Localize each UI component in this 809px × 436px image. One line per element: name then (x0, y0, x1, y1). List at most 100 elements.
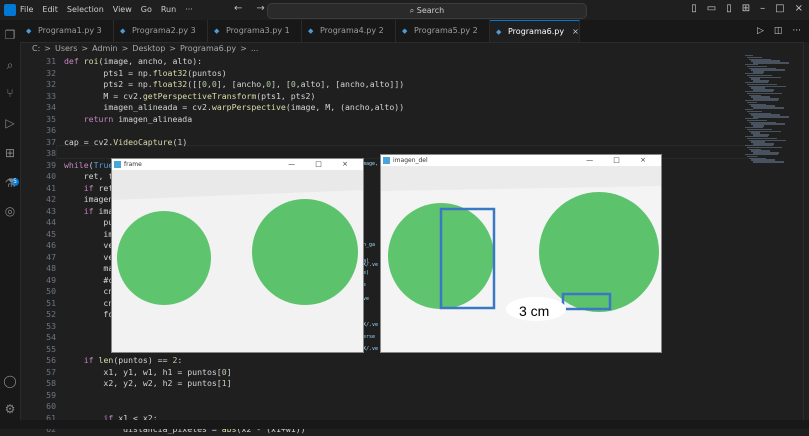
remote-icon[interactable]: ◎ (3, 204, 17, 218)
search-label: Search (416, 6, 445, 15)
code-text: cn (64, 286, 114, 296)
window-app-icon (114, 161, 121, 168)
window-app-icon (383, 157, 390, 164)
breadcrumb: C: > Users > Admin > Desktop > Programa6… (32, 44, 258, 53)
crumb-symbol[interactable]: ... (251, 44, 259, 53)
minimap-line (753, 116, 789, 118)
code-text: im (64, 228, 114, 239)
editor-scrollbar[interactable] (803, 42, 809, 429)
tab-programa2[interactable]: ◆ Programa2.py 3 (114, 20, 208, 42)
menu-view[interactable]: View (113, 5, 132, 14)
code-fragment: X/.ve (363, 262, 379, 268)
crumb[interactable]: Users (55, 44, 77, 53)
green-circle-right (252, 199, 358, 305)
code-text: ma (64, 263, 114, 273)
opencv-window-frame[interactable]: frame — □ × (111, 158, 364, 353)
tab-programa6[interactable]: ◆ Programa6.py × (490, 20, 580, 42)
code-text: fo (64, 309, 114, 319)
line-number: 47 (46, 251, 56, 262)
python-file-icon: ◆ (120, 27, 126, 35)
minimize-icon[interactable]: – (760, 3, 765, 14)
tab-programa4[interactable]: ◆ Programa4.py 2 (302, 20, 396, 42)
close-icon[interactable]: × (795, 3, 803, 14)
line-number: 39 (46, 159, 56, 170)
menu-bar: File Edit Selection View Go Run ··· (20, 5, 193, 14)
more-actions-icon[interactable]: ··· (792, 26, 801, 36)
python-file-icon: ◆ (214, 27, 220, 35)
account-icon[interactable]: ◯ (3, 374, 17, 388)
split-editor-icon[interactable]: ◫ (774, 26, 783, 36)
menu-selection[interactable]: Selection (67, 5, 104, 14)
settings-gear-icon[interactable]: ⚙ (3, 402, 17, 416)
window-controls[interactable]: — □ × (586, 155, 655, 166)
code-text: ret, f (64, 171, 114, 181)
tab-programa1[interactable]: ◆ Programa1.py 3 (20, 20, 114, 42)
line-number: 46 (46, 240, 56, 250)
window-controls[interactable]: — □ × (288, 159, 357, 170)
run-python-icon[interactable]: ▷ (757, 26, 764, 36)
line-number: 35 (46, 113, 56, 124)
search-activity-icon[interactable]: ⌕ (3, 58, 17, 72)
search-box[interactable]: ⌕ Search (267, 3, 587, 19)
line-number: 59 (46, 389, 56, 400)
code-fragment: erse (363, 334, 376, 340)
minimap-line (753, 161, 784, 163)
tab-label: Programa2.py 3 (132, 26, 196, 35)
crumb-file[interactable]: Programa6.py (180, 44, 236, 53)
code-fragment: X/.ve (363, 322, 379, 328)
menu-edit[interactable]: Edit (42, 5, 58, 14)
code-text: pu (64, 217, 114, 227)
line-number: 45 (46, 228, 56, 239)
layout-secondary-icon[interactable]: ▯ (726, 3, 732, 14)
python-file-icon: ◆ (26, 27, 32, 35)
code-text: pts2 = np.float32([[0,0], [ancho,0], [0,… (64, 79, 405, 89)
line-number: 50 (46, 286, 56, 296)
tab-label: Programa5.py 2 (414, 26, 478, 35)
line-number: 49 (46, 274, 56, 285)
code-text: ve (64, 240, 114, 250)
source-control-icon[interactable]: ⑂ (3, 86, 17, 100)
layout-sidebar-icon[interactable]: ▯ (691, 3, 697, 14)
testing-icon[interactable]: ⚗ (3, 176, 17, 190)
status-bar (0, 420, 809, 429)
frame-image (112, 170, 363, 352)
maximize-icon[interactable]: □ (775, 3, 784, 14)
line-number: 56 (46, 355, 56, 365)
code-text: ve (64, 251, 114, 262)
code-text: cap = cv2.VideoCapture(1) (64, 136, 188, 147)
minimap-line (753, 107, 784, 109)
opencv-window-imagen[interactable]: imagen_del — □ × 3 cm (380, 154, 662, 353)
layout-panel-icon[interactable]: ▭ (707, 3, 716, 14)
python-file-icon: ◆ (308, 27, 314, 35)
menu-go[interactable]: Go (141, 5, 152, 14)
customize-layout-icon[interactable]: ⊞ (742, 3, 750, 14)
tab-programa3[interactable]: ◆ Programa3.py 1 (208, 20, 302, 42)
tab-programa5[interactable]: ◆ Programa5.py 2 (396, 20, 490, 42)
forward-arrow-icon[interactable]: → (256, 3, 264, 14)
crumb[interactable]: C: (32, 44, 40, 53)
crumb-separator: > (121, 44, 129, 53)
run-debug-icon[interactable]: ▷ (3, 116, 17, 130)
tab-label: Programa3.py 1 (226, 26, 290, 35)
extensions-icon[interactable]: ⊞ (3, 146, 17, 160)
crumb[interactable]: Admin (92, 44, 118, 53)
menu-more[interactable]: ··· (185, 5, 193, 14)
line-number: 40 (46, 171, 56, 181)
menu-run[interactable]: Run (161, 5, 176, 14)
line-number: 54 (46, 332, 56, 342)
line-number: 51 (46, 297, 56, 308)
menu-file[interactable]: File (20, 5, 33, 14)
tab-close-icon[interactable]: × (572, 27, 579, 36)
minimap[interactable] (745, 55, 803, 165)
crumb[interactable]: Desktop (132, 44, 165, 53)
line-number: 43 (46, 205, 56, 216)
imagen-canvas (381, 166, 661, 352)
crumb-separator: > (44, 44, 51, 53)
measurement-label: 3 cm (519, 303, 550, 319)
line-number: 42 (46, 194, 56, 204)
code-text: imagen_alineada = cv2.warpPerspective(im… (64, 102, 405, 112)
explorer-icon[interactable]: ❐ (3, 28, 17, 42)
tab-label: Programa1.py 3 (38, 26, 102, 35)
line-number: 53 (46, 320, 56, 331)
back-arrow-icon[interactable]: ← (234, 3, 242, 14)
